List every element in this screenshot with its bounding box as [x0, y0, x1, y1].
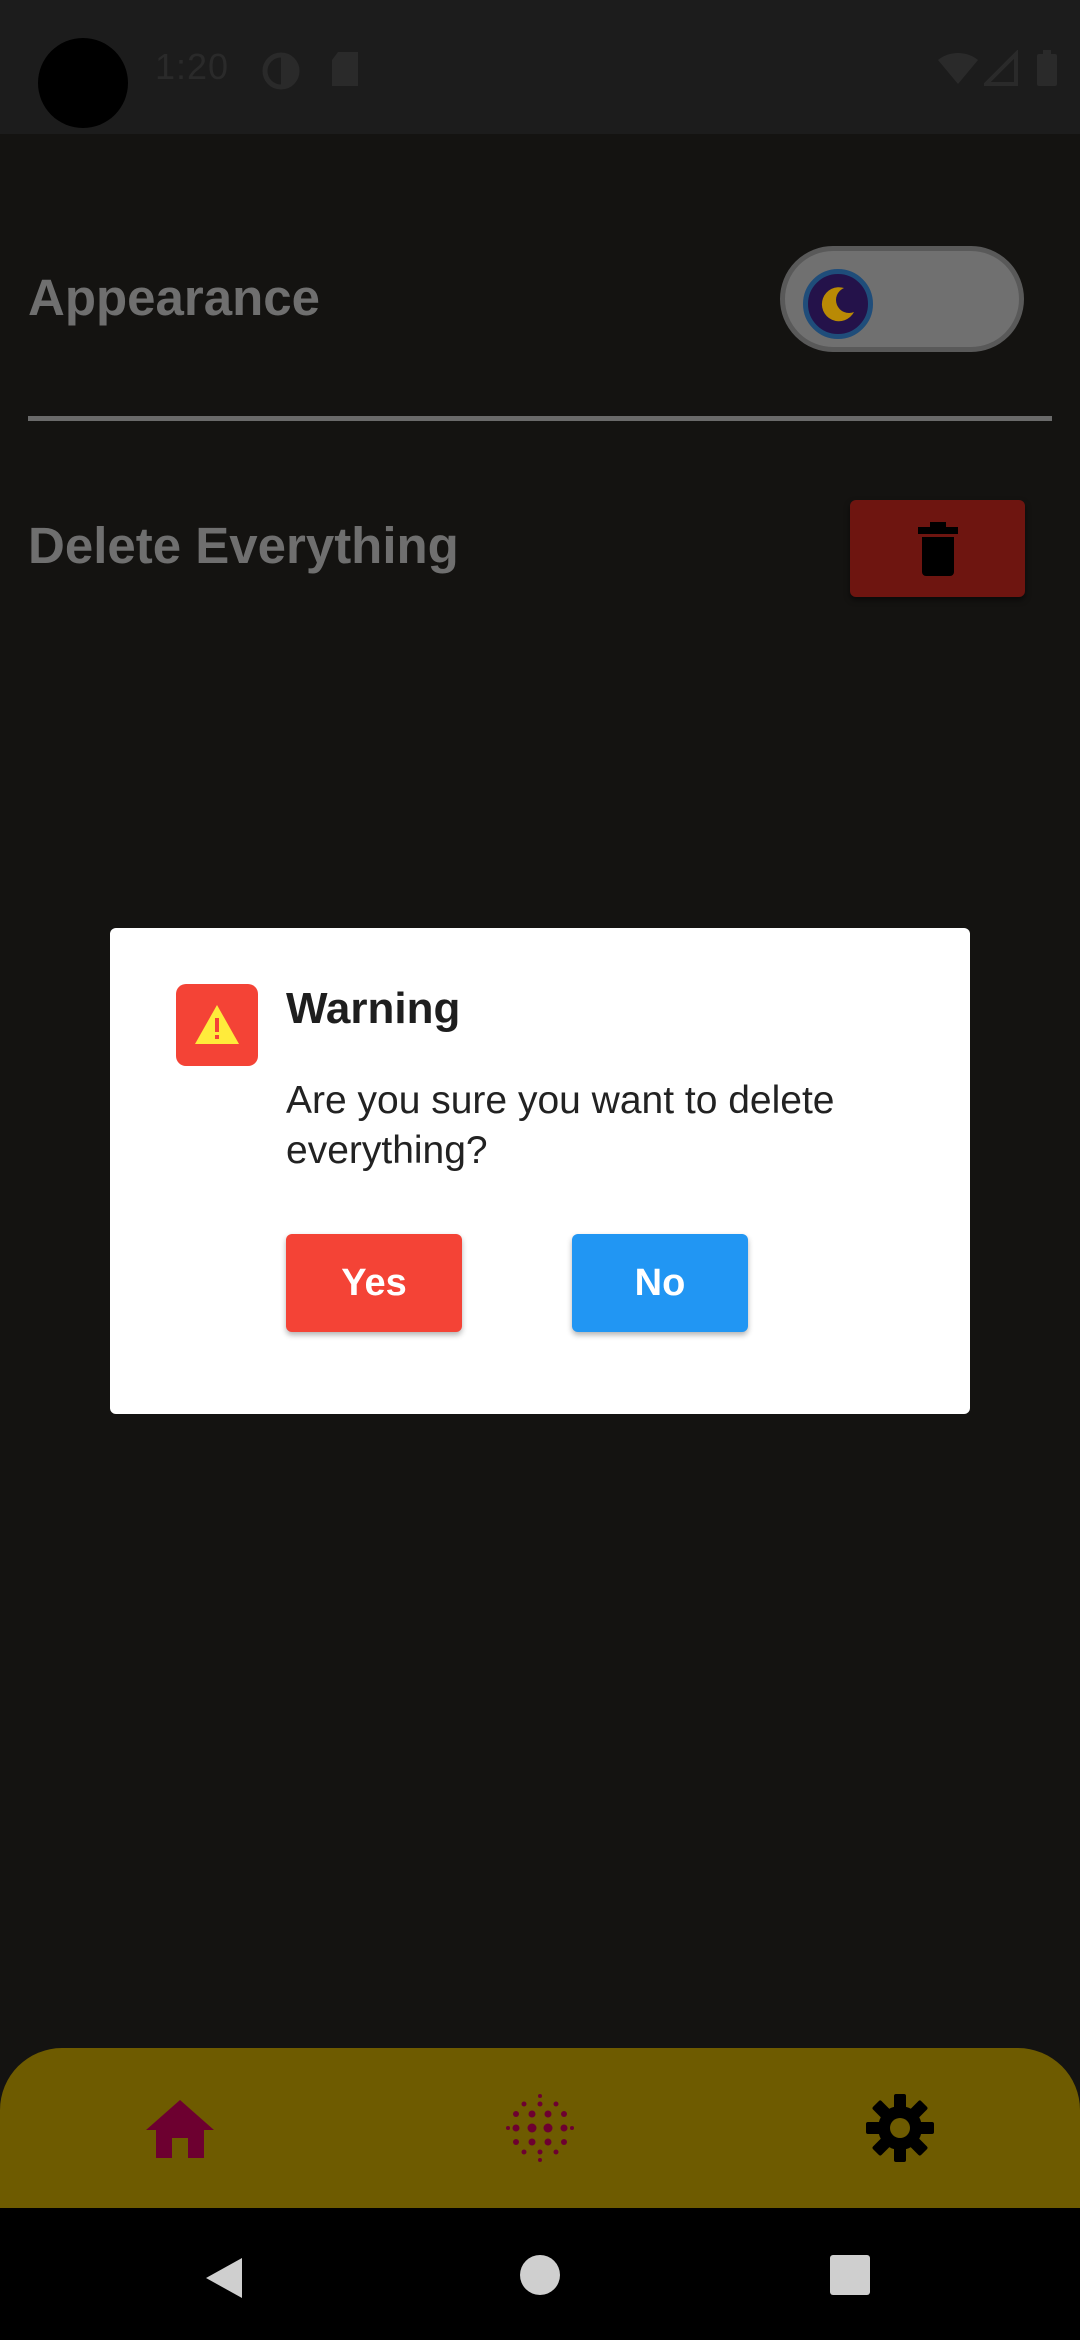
toggle-knob: [803, 269, 873, 339]
delete-everything-button[interactable]: [850, 500, 1025, 597]
trash-icon: [918, 522, 958, 576]
warning-icon: [195, 1005, 239, 1044]
system-nav-bar: [0, 2208, 1080, 2340]
battery-icon: [1037, 50, 1057, 86]
bottom-nav: [0, 2048, 1080, 2208]
signal-icon: [984, 50, 1018, 86]
recents-icon[interactable]: [829, 2254, 871, 2296]
theme-toggle[interactable]: [780, 246, 1024, 352]
divider: [28, 416, 1052, 421]
dialog-title: Warning: [286, 984, 461, 1033]
moon-icon: [821, 287, 854, 322]
back-icon[interactable]: [202, 2256, 246, 2300]
wifi-icon: [938, 52, 978, 84]
camera-cutout: [38, 38, 128, 128]
dialog-message: Are you sure you want to delete everythi…: [286, 1079, 835, 1172]
warning-dialog: Warning Are you sure you want to delete …: [110, 928, 970, 1414]
status-time: 1:20: [155, 46, 230, 87]
yes-button[interactable]: Yes: [286, 1234, 462, 1332]
no-button[interactable]: No: [572, 1234, 748, 1332]
data-saver-icon: [262, 52, 300, 90]
dots-grid-icon[interactable]: [504, 2092, 576, 2164]
status-bar: 1:20: [0, 0, 1080, 134]
delete-everything-label: Delete Everything: [28, 517, 459, 574]
gear-icon[interactable]: [864, 2092, 936, 2164]
home-icon[interactable]: [144, 2092, 216, 2164]
sd-card-icon: [332, 52, 358, 86]
appearance-label: Appearance: [28, 269, 320, 326]
warning-icon-badge: [176, 984, 258, 1066]
home-circle-icon[interactable]: [519, 2254, 561, 2296]
